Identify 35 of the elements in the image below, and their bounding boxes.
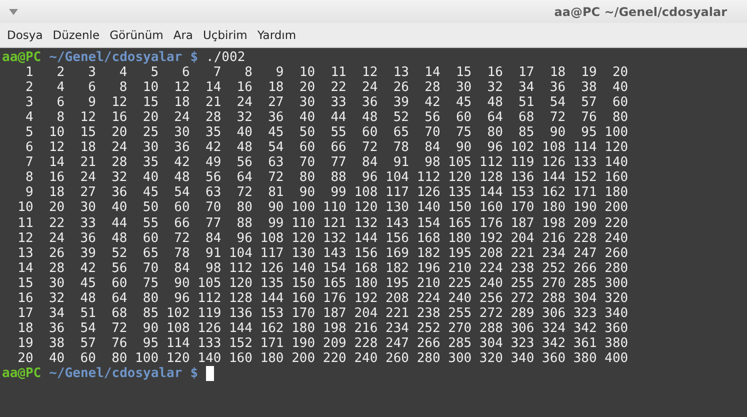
menu-item[interactable]: Uçbirim xyxy=(198,28,252,42)
output-line: 3 6 9 12 15 18 21 24 27 30 33 36 39 42 45 48 51 54 57 60 xyxy=(24,95,628,110)
command-text: ./002 xyxy=(206,50,246,66)
window-title: aa@PC ~/Genel/cdosyalar xyxy=(554,4,727,18)
output-line: 13 26 39 52 65 78 91 104 117 130 143 156 169 182 195 208 221 234 247 260 xyxy=(16,246,628,261)
output-line: 15 30 45 60 75 90 105 120 135 150 165 180 195 210 225 240 255 270 285 300 xyxy=(16,276,628,291)
output-line: 17 34 51 68 85 102 119 136 153 170 187 204 221 238 255 272 289 306 323 340 xyxy=(16,306,628,321)
output-line: 14 28 42 56 70 84 98 112 126 140 154 168 182 196 210 224 238 252 266 280 xyxy=(16,260,628,276)
prompt-symbol: $ xyxy=(190,366,198,382)
output-line: 8 16 24 32 40 48 56 64 72 80 88 96 104 112 120 128 136 144 152 160 xyxy=(24,170,628,186)
dropdown-triangle-icon[interactable] xyxy=(9,8,18,14)
output-line: 11 22 33 44 55 66 77 88 99 110 121 132 143 154 165 176 187 198 209 220 xyxy=(16,216,628,231)
output-line: 10 20 30 40 50 60 70 80 90 100 110 120 130 140 150 160 170 180 190 200 xyxy=(16,200,628,216)
prompt-user: aa@PC xyxy=(2,366,42,382)
output-line: 1 2 3 4 5 6 7 8 9 10 11 12 13 14 15 16 17 18 19 20 xyxy=(24,65,628,80)
output-line: 4 8 12 16 20 24 28 32 36 40 44 48 52 56 60 64 68 72 76 80 xyxy=(24,110,628,126)
output-line: 7 14 21 28 35 42 49 56 63 70 77 84 91 98 105 112 119 126 133 140 xyxy=(24,155,628,170)
output-line: 20 40 60 80 100 120 140 160 180 200 220 240 260 280 300 320 340 360 380 400 xyxy=(16,350,628,366)
output-line: 5 10 15 20 25 30 35 40 45 50 55 60 65 70 75 80 85 90 95 100 xyxy=(24,125,628,140)
prompt-user: aa@PC xyxy=(2,50,42,66)
menu-item[interactable]: Yardım xyxy=(252,28,302,42)
output-line: 6 12 18 24 30 36 42 48 54 60 66 72 78 84 90 96 102 108 114 120 xyxy=(24,140,628,156)
menu-item[interactable]: Görünüm xyxy=(104,28,168,42)
output-line: 12 24 36 48 60 72 84 96 108 120 132 144 156 168 180 192 204 216 228 240 xyxy=(16,230,628,246)
prompt-symbol: $ xyxy=(190,50,198,66)
menu-item[interactable]: Dosya xyxy=(2,28,48,42)
menu-item[interactable]: Ara xyxy=(168,28,198,42)
prompt-path: ~/Genel/cdosyalar xyxy=(49,50,182,66)
output-line: 2 4 6 8 10 12 14 16 18 20 22 24 26 28 30 32 34 36 38 40 xyxy=(24,80,628,96)
prompt-path: ~/Genel/cdosyalar xyxy=(49,366,182,382)
output-line: 19 38 57 76 95 114 133 152 171 190 209 228 247 266 285 304 323 342 361 380 xyxy=(16,336,628,351)
menu-item[interactable]: Düzenle xyxy=(48,28,105,42)
output-line: 18 36 54 72 90 108 126 144 162 180 198 216 234 252 270 288 306 324 342 360 xyxy=(16,320,628,336)
output-line: 16 32 48 64 80 96 112 128 144 160 176 192 208 224 240 256 272 288 304 320 xyxy=(16,290,628,306)
output-line: 9 18 27 36 45 54 63 72 81 90 99 108 117 126 135 144 153 162 171 180 xyxy=(24,185,628,200)
